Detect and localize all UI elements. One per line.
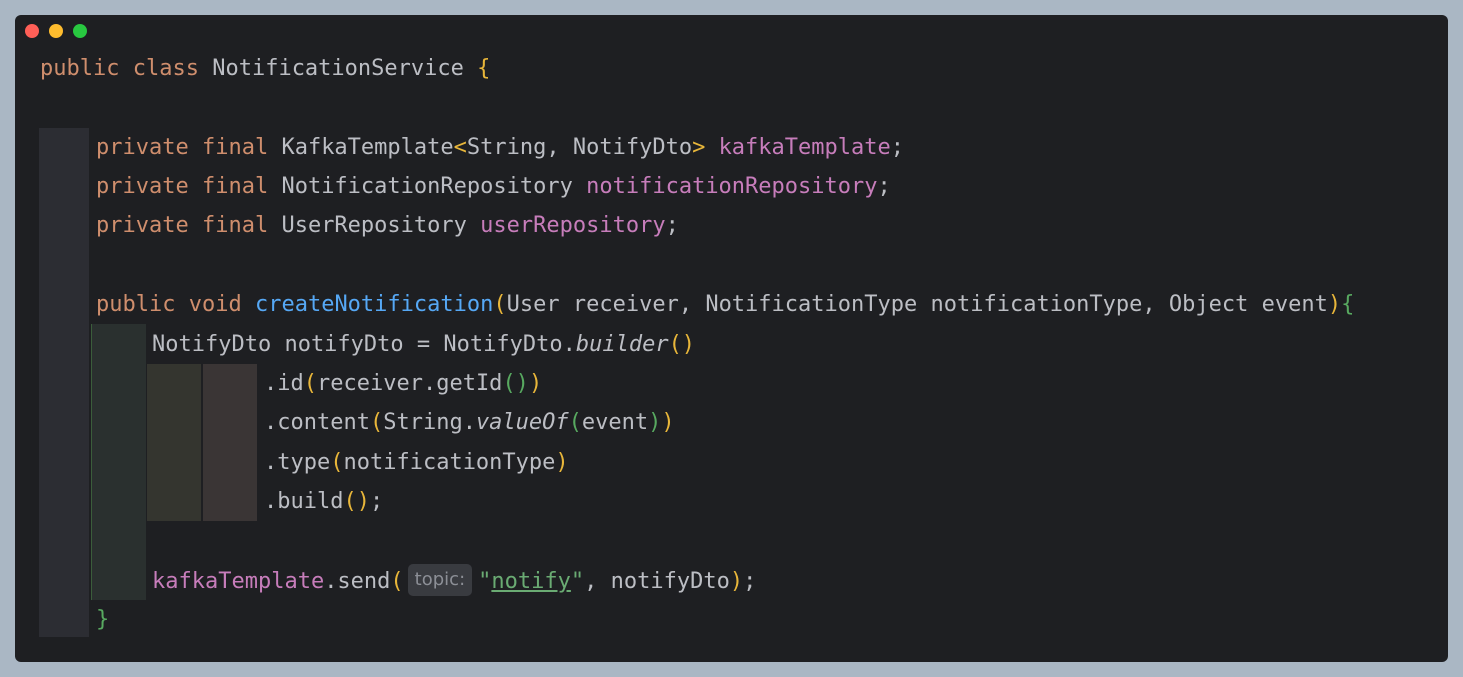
open-paren: ( xyxy=(390,569,404,594)
static-method-call: valueOf xyxy=(475,410,569,435)
string-quote: " xyxy=(570,569,585,594)
semicolon: ; xyxy=(743,569,757,594)
open-paren: ( xyxy=(303,371,317,396)
parameter-list: User receiver, NotificationType notifica… xyxy=(506,292,1328,317)
keyword: void xyxy=(188,292,242,317)
argument: receiver.getId xyxy=(317,371,503,396)
argument: String. xyxy=(383,410,476,435)
keyword: private xyxy=(96,174,189,199)
semicolon: ; xyxy=(877,174,891,199)
parens: () xyxy=(668,332,696,357)
inner-close-paren: ) xyxy=(648,410,662,435)
keyword: public xyxy=(96,292,176,317)
open-brace: { xyxy=(477,56,491,81)
string-quote: " xyxy=(478,569,492,594)
semicolon: ; xyxy=(890,135,904,160)
inner-argument: event xyxy=(581,410,649,435)
code-line-builder-declaration[interactable]: NotifyDto notifyDto = NotifyDto.builder(… xyxy=(15,330,695,360)
code-line-field-user-repository[interactable]: private final UserRepository userReposit… xyxy=(15,211,679,241)
generic-args: String, NotifyDto xyxy=(466,135,693,160)
code-line-builder-build[interactable]: .build(); xyxy=(15,487,383,517)
code-line-field-kafka-template[interactable]: private final KafkaTemplate<String, Noti… xyxy=(15,133,904,163)
close-brace: } xyxy=(96,607,110,632)
method-name: createNotification xyxy=(254,292,494,317)
generic-close: > xyxy=(692,135,706,160)
type-name: NotificationRepository xyxy=(281,174,573,199)
parameter-hint: topic: xyxy=(407,564,473,596)
code-line-method-close[interactable]: } xyxy=(15,605,109,635)
keyword: final xyxy=(201,213,269,238)
field-name: notificationRepository xyxy=(586,174,878,199)
keyword: final xyxy=(201,135,269,160)
close-paren: ) xyxy=(661,410,675,435)
keyword: private xyxy=(96,213,189,238)
argument: notificationType xyxy=(343,450,556,475)
semicolon: ; xyxy=(369,489,384,514)
code-line-field-notification-repository[interactable]: private final NotificationRepository not… xyxy=(15,172,891,202)
argument: , notifyDto xyxy=(584,569,730,594)
close-paren: ) xyxy=(1327,292,1342,317)
method-call: .id xyxy=(264,371,304,396)
type-name: KafkaTemplate xyxy=(281,135,454,160)
parens: () xyxy=(343,489,370,514)
open-paren: ( xyxy=(330,450,344,475)
code-line-class-declaration[interactable]: public class NotificationService { xyxy=(15,54,490,84)
code-line-kafka-send[interactable]: kafkaTemplate.send(topic: "notify", notif… xyxy=(15,564,757,596)
method-call: .content xyxy=(264,410,370,435)
code-line-builder-type[interactable]: .type(notificationType) xyxy=(15,448,569,478)
minimize-window-button[interactable] xyxy=(49,24,63,38)
code-line-method-signature[interactable]: public void createNotification(User rece… xyxy=(15,290,1354,320)
type-name: UserRepository xyxy=(281,213,467,238)
maximize-window-button[interactable] xyxy=(73,24,87,38)
keyword: public xyxy=(40,56,120,81)
close-paren: ) xyxy=(555,450,569,475)
code-window: public class NotificationService { priva… xyxy=(15,15,1448,662)
method-call: .build xyxy=(264,489,344,514)
close-paren: ) xyxy=(528,371,543,396)
string-literal-topic[interactable]: notify xyxy=(491,569,570,594)
inner-open-paren: ( xyxy=(568,410,582,435)
open-brace: { xyxy=(1341,292,1355,317)
method-call: .type xyxy=(264,450,331,475)
code-line-builder-content[interactable]: .content(String.valueOf(event)) xyxy=(15,408,675,438)
code-line-builder-id[interactable]: .id(receiver.getId()) xyxy=(15,369,542,399)
open-paren: ( xyxy=(493,292,507,317)
open-paren: ( xyxy=(369,410,384,435)
keyword: final xyxy=(201,174,269,199)
declaration: NotifyDto notifyDto = NotifyDto. xyxy=(152,332,576,357)
generic-open: < xyxy=(453,135,467,160)
semicolon: ; xyxy=(665,213,679,238)
method-call: .send xyxy=(324,569,391,594)
inner-parens: () xyxy=(502,371,529,396)
field-name: userRepository xyxy=(480,213,666,238)
field-name: kafkaTemplate xyxy=(152,569,325,594)
class-name: NotificationService xyxy=(212,56,464,81)
keyword: class xyxy=(132,56,199,81)
close-window-button[interactable] xyxy=(25,24,39,38)
static-method-call: builder xyxy=(575,332,669,357)
field-name: kafkaTemplate xyxy=(718,135,891,160)
close-paren: ) xyxy=(729,569,744,594)
keyword: private xyxy=(96,135,189,160)
